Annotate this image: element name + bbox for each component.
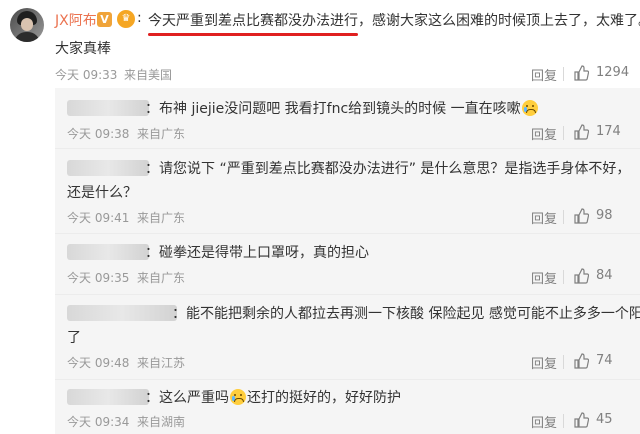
location: 来自美国 <box>124 68 173 82</box>
verified-badge-icon: V <box>97 12 112 27</box>
like-count: 174 <box>596 124 621 139</box>
reply-text-continued: 了 <box>67 330 81 346</box>
thumbs-up-icon[interactable] <box>573 412 589 428</box>
thumbs-up-icon[interactable] <box>573 208 589 224</box>
timestamp: 今天 09:41 <box>67 211 130 225</box>
crying-emoji-icon <box>230 389 246 405</box>
crying-emoji-icon <box>521 100 538 116</box>
blurred-username <box>67 244 149 260</box>
avatar[interactable] <box>10 8 44 42</box>
location: 来自江苏 <box>137 356 186 370</box>
divider <box>563 414 564 428</box>
reply-text: ：碰拳还是得带上口罩呀，真的担心 <box>145 245 369 261</box>
reply-text-continued: 还是什么？ <box>67 185 137 201</box>
main-comment: JX阿布 V ♛ : 今天严重到差点比赛都没办法进行，感谢大家这么困难的时候顶上… <box>0 0 640 88</box>
divider <box>563 67 564 81</box>
location: 来自湖南 <box>137 415 186 429</box>
reply-list: ：布神 jiejie没问题吧 我看打fnc给到镜头的时候 一直在咳嗽 今天 09… <box>55 88 640 434</box>
comment-text-continued: 大家真棒 <box>55 41 111 57</box>
divider <box>563 270 564 284</box>
like-count: 1294 <box>596 65 630 80</box>
username-link[interactable]: JX阿布 <box>55 10 97 30</box>
reply-button[interactable]: 回复 <box>531 353 557 372</box>
reply-button[interactable]: 回复 <box>531 124 557 143</box>
reply-text: ：布神 jiejie没问题吧 我看打fnc给到镜头的时候 一直在咳嗽 <box>145 98 539 118</box>
list-item: ：请您说下 “严重到差点比赛都没办法进行” 是什么意思？是指选手身体不好， 还是… <box>55 149 640 233</box>
blurred-username <box>67 100 149 116</box>
thumbs-up-icon[interactable] <box>573 268 589 284</box>
timestamp: 今天 09:35 <box>67 271 130 285</box>
location: 来自广东 <box>137 211 186 225</box>
like-count: 74 <box>596 353 613 368</box>
like-count: 84 <box>596 268 613 283</box>
divider <box>563 210 564 224</box>
comment-text: 今天严重到差点比赛都没办法进行，感谢大家这么困难的时候顶上去了，太难了。 <box>148 13 640 29</box>
list-item: ：能不能把剩余的人都拉去再测一下核酸 保险起见 感觉可能不止多多一个阳 了 今天… <box>55 295 640 379</box>
reply-button[interactable]: 回复 <box>531 208 557 227</box>
reply-text: ：这么严重吗 还打的挺好的，好好防护 <box>145 389 401 406</box>
location: 来自广东 <box>137 127 186 141</box>
blurred-username <box>67 160 149 176</box>
thumbs-up-icon[interactable] <box>573 65 589 81</box>
reply-button[interactable]: 回复 <box>531 65 557 84</box>
divider <box>563 126 564 140</box>
colon: : <box>137 10 142 26</box>
reply-button[interactable]: 回复 <box>531 412 557 431</box>
blurred-username <box>67 389 149 405</box>
timestamp: 今天 09:34 <box>67 415 130 429</box>
reply-text: ：能不能把剩余的人都拉去再测一下核酸 保险起见 感觉可能不止多多一个阳 <box>172 306 640 322</box>
highlight-underline <box>148 33 358 36</box>
reply-text: ：请您说下 “严重到差点比赛都没办法进行” 是什么意思？是指选手身体不好， <box>145 161 631 177</box>
list-item: ：布神 jiejie没问题吧 我看打fnc给到镜头的时候 一直在咳嗽 今天 09… <box>55 88 640 148</box>
timestamp: 今天 09:33 <box>55 68 118 82</box>
thumbs-up-icon[interactable] <box>573 124 589 140</box>
timestamp: 今天 09:38 <box>67 127 130 141</box>
thumbs-up-icon[interactable] <box>573 353 589 369</box>
like-count: 98 <box>596 208 613 223</box>
blurred-username <box>67 305 177 321</box>
list-item: ：碰拳还是得带上口罩呀，真的担心 今天 09:35 来自广东 回复 84 <box>55 234 640 294</box>
divider <box>563 355 564 369</box>
timestamp: 今天 09:48 <box>67 356 130 370</box>
location: 来自广东 <box>137 271 186 285</box>
reply-button[interactable]: 回复 <box>531 268 557 287</box>
like-count: 45 <box>596 412 613 427</box>
medal-badge-icon: ♛ <box>117 10 135 28</box>
list-item: ：这么严重吗 还打的挺好的，好好防护 今天 09:34 来自湖南 回复 45 <box>55 380 640 434</box>
